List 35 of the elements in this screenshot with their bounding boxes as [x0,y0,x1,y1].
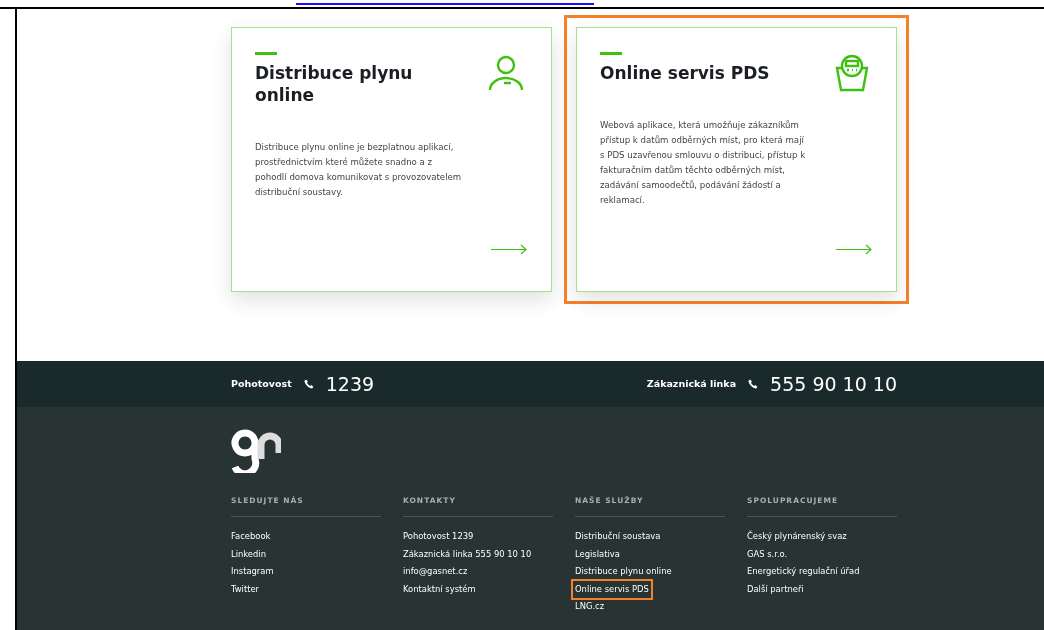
card-description: Webová aplikace, která umožňuje zákazníkům přístup k datům odběrných míst, pro která mají s PDS uzavřenou smlouvu o distribuci, přístup k fakturačním datům těchto odběrných míst, zadávání samoodečtů, podávání žádostí a reklamací. [600,119,807,207]
footer-link[interactable]: Energetický regulační úřad [745,563,862,581]
footer-link[interactable]: Instagram [229,563,276,581]
footer-link[interactable]: Distribuce plynu online [573,563,674,581]
logo[interactable] [231,429,281,473]
footer-link[interactable]: Linkedin [229,545,268,564]
hotline-label: Pohotovost [231,376,292,391]
footer-link[interactable]: Facebook [229,528,273,546]
card-title: Online servis PDS [600,62,771,84]
accent-bar [255,52,277,55]
footer-link[interactable]: LNG.cz [573,598,607,616]
gas-meter-icon [834,54,870,92]
hotline-label: Zákaznická linka [646,376,737,391]
person-icon [487,54,525,92]
footer-link[interactable]: Zákaznická linka 555 90 10 10 [401,545,534,564]
footer-link[interactable]: Online servis PDS [573,580,651,599]
phone-number[interactable]: 1239 [325,369,375,399]
card-title: Distribuce plynu online [255,62,414,106]
footer-link[interactable]: Twitter [229,580,262,599]
service-card[interactable]: Distribuce plynu online Distribuce plynu online je bezplatnou aplikací, prostřednictvím které můžete snadno a z pohodlí domova komunikovat s provozovatelem distribuční soustavy. [231,27,552,292]
footer-link[interactable]: GAS s.r.o. [745,545,790,564]
phone-icon [748,379,759,389]
footer-link[interactable]: info@gasnet.cz [401,563,470,581]
footer-link[interactable]: Legislativa [573,545,622,564]
phone-number[interactable]: 555 90 10 10 [770,369,897,399]
footer-link[interactable]: Kontaktní systém [401,580,478,599]
footer-link[interactable]: Distribuční soustava [573,528,663,546]
arrow-icon[interactable] [491,244,528,255]
arrow-icon[interactable] [836,244,873,255]
card-description: Distribuce plynu online je bezplatnou aplikací, prostřednictvím které můžete snadno a z pohodlí domova komunikovat s provozovatelem distribuční soustavy. [255,141,463,199]
phone-icon [303,379,314,389]
accent-bar [600,52,622,55]
footer-link[interactable]: Další partneři [745,580,806,599]
footer-link[interactable]: Pohotovost 1239 [401,528,476,546]
footer-link[interactable]: Český plynárenský svaz [745,528,849,546]
